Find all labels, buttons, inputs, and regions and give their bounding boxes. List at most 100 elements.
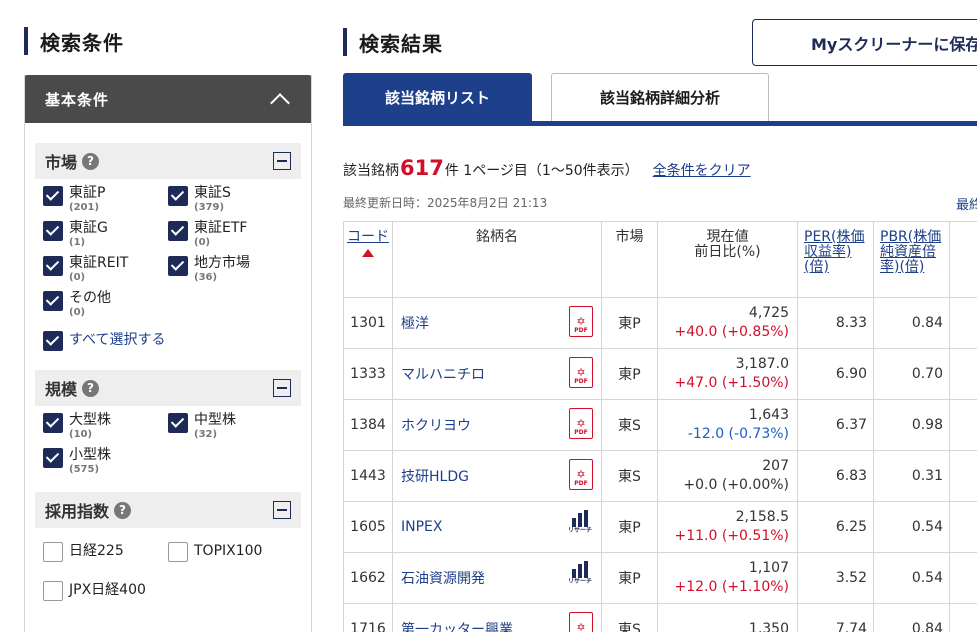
market-option-regional[interactable]: 地方市場 (36) (168, 255, 293, 286)
table-row[interactable]: 1662 石油資源開発 リサーチ 東P 1,107 +12.0 (+1.10%) 3.52 0… (343, 552, 977, 604)
cell-price: 207 +0.0 (+0.00%) (657, 450, 798, 502)
scale-option-mid[interactable]: 中型株 (32) (168, 412, 293, 443)
cell-per: 7.74 (797, 603, 874, 632)
market-option-tse-prime[interactable]: 東証P (201) (43, 185, 168, 216)
help-icon[interactable]: ? (82, 379, 100, 397)
checkbox-checked[interactable] (43, 256, 63, 276)
cell-code: 1605 (343, 501, 393, 553)
cell-name: 技研HLDG ✡ PDF (392, 450, 602, 502)
stock-name-link[interactable]: 石油資源開発 (401, 571, 485, 587)
index-group-header: 採用指数? (35, 492, 301, 528)
column-header-pbr[interactable]: PBR(株価純資産倍率)(倍) (873, 221, 950, 298)
cell-market: 東S (601, 450, 658, 502)
stock-name-link[interactable]: INPEX (401, 519, 442, 535)
index-option-jpx400[interactable]: JPX日経400 (43, 573, 168, 608)
table-row[interactable]: 1605 INPEX リサーチ 東P 2,158.5 +11.0 (+0.51%) 6.25… (343, 501, 977, 553)
market-option-other[interactable]: その他 (0) (43, 290, 168, 321)
market-options: 東証P (201) 東証S (379) 東証G (1) 東証ETF (0) 東証REIT… (35, 179, 301, 356)
search-results-heading: 検索結果 (343, 27, 443, 57)
sort-ascending-icon[interactable] (362, 249, 374, 257)
price-value: 4,725 (748, 305, 789, 321)
pdf-icon[interactable]: ✡PDF (569, 306, 593, 337)
checkbox-checked[interactable] (43, 448, 63, 468)
research-icon[interactable]: リサーチ (567, 510, 593, 538)
screener-page: 検索条件 基本条件 市場? 東証P (201) 東証S (379) 東証G (1) 東… (0, 0, 977, 632)
pdf-icon[interactable]: ✡PDF (569, 357, 593, 388)
scale-option-large[interactable]: 大型株 (10) (43, 412, 168, 443)
checkbox-checked[interactable] (43, 291, 63, 311)
stock-name-link[interactable]: 技研HLDG (401, 469, 469, 485)
search-conditions-heading: 検索条件 (24, 26, 124, 56)
market-option-tse-standard[interactable]: 東証S (379) (168, 185, 293, 216)
truncated-link[interactable]: 最終 (956, 194, 977, 213)
price-change: +40.0 (+0.85%) (674, 324, 789, 340)
help-icon[interactable]: ? (82, 152, 100, 170)
index-option-topix100[interactable]: TOPIX100 (168, 534, 293, 569)
checkbox-checked[interactable] (43, 413, 63, 433)
column-header-price: 現在値 前日比(%) (657, 221, 798, 298)
research-icon[interactable]: リサーチ (567, 561, 593, 589)
scale-group-title: 規模 (45, 380, 78, 399)
scale-options: 大型株 (10) 中型株 (32) 小型株 (575) (35, 406, 301, 478)
clear-all-conditions-link[interactable]: 全条件をクリア (653, 160, 751, 180)
cell-market: 東P (601, 552, 658, 604)
column-header-per[interactable]: PER(株価収益率)(倍) (797, 221, 874, 298)
cell-market: 東S (601, 603, 658, 632)
checkbox-checked[interactable] (43, 186, 63, 206)
checkbox-checked[interactable] (168, 221, 188, 241)
last-updated: 最終更新日時：2025年8月2日 21:13 (343, 196, 548, 210)
cell-per: 6.90 (797, 348, 874, 400)
cell-truncated (949, 297, 977, 349)
scale-group-header: 規模? (35, 370, 301, 406)
cell-pbr: 0.98 (873, 399, 950, 451)
market-option-tse-growth[interactable]: 東証G (1) (43, 220, 168, 251)
select-all-markets[interactable]: すべて選択する (43, 325, 293, 356)
pdf-icon[interactable]: ✡PDF (569, 612, 593, 632)
column-header-name: 銘柄名 (392, 221, 602, 298)
scale-option-small[interactable]: 小型株 (575) (43, 447, 168, 478)
collapse-icon[interactable] (273, 501, 291, 519)
chevron-up-icon[interactable] (270, 92, 290, 113)
collapse-icon[interactable] (273, 152, 291, 170)
search-results-column: 検索結果 Myスクリーナーに保存 該当銘柄リスト 該当銘柄詳細分析 該当銘柄 6… (343, 0, 977, 632)
help-icon[interactable]: ? (114, 501, 132, 519)
checkbox-checked[interactable] (43, 221, 63, 241)
checkbox-unchecked[interactable] (168, 541, 188, 562)
table-row[interactable]: 1301 極洋 ✡ PDF 東P 4,725 +40.0 (+0.85%) 8.33 0.84 (343, 297, 977, 349)
table-row[interactable]: 1716 第一カッター興業 ✡PDF 東S 1,350 7.740.84 (343, 603, 977, 632)
stock-name-link[interactable]: 第一カッター興業 (401, 622, 513, 632)
checkbox-unchecked[interactable] (43, 580, 63, 601)
basic-conditions-header[interactable]: 基本条件 (25, 75, 311, 123)
market-option-tse-reit[interactable]: 東証REIT (0) (43, 255, 168, 286)
index-option-nikkei225[interactable]: 日経225 (43, 534, 168, 569)
stock-name-link[interactable]: ホクリヨウ (401, 418, 471, 434)
cell-market: 東P (601, 348, 658, 400)
cell-pbr: 0.54 (873, 552, 950, 604)
table-row[interactable]: 1384 ホクリヨウ ✡ PDF 東S 1,643 -12.0 (-0.73%) 6.37 0.… (343, 399, 977, 451)
checkbox-checked[interactable] (168, 256, 188, 276)
save-to-my-screener-button[interactable]: Myスクリーナーに保存 (752, 19, 977, 66)
cell-market: 東S (601, 399, 658, 451)
cell-code: 1662 (343, 552, 393, 604)
column-header-code[interactable]: コード (343, 221, 393, 298)
stock-name-link[interactable]: マルハニチロ (401, 367, 485, 383)
cell-name: 第一カッター興業 ✡PDF (392, 603, 602, 632)
tab-matching-list[interactable]: 該当銘柄リスト (343, 73, 532, 121)
pdf-icon[interactable]: ✡PDF (569, 408, 593, 439)
cell-truncated (949, 603, 977, 632)
table-row[interactable]: 1333 マルハニチロ ✡ PDF 東P 3,187.0 +47.0 (+1.50%) 6.9… (343, 348, 977, 400)
price-change: +47.0 (+1.50%) (674, 375, 789, 391)
table-row[interactable]: 1443 技研HLDG ✡ PDF 東S 207 +0.0 (+0.00%) 6.83 0.31 (343, 450, 977, 502)
tab-detailed-analysis[interactable]: 該当銘柄詳細分析 (551, 73, 769, 121)
checkbox-unchecked[interactable] (43, 541, 63, 562)
basic-conditions-panel: 基本条件 市場? 東証P (201) 東証S (379) 東証G (1) 東証ETF(… (24, 75, 312, 632)
cell-pbr: 0.31 (873, 450, 950, 502)
cell-code: 1301 (343, 297, 393, 349)
checkbox-checked[interactable] (168, 186, 188, 206)
market-option-tse-etf[interactable]: 東証ETF (0) (168, 220, 293, 251)
stock-name-link[interactable]: 極洋 (401, 316, 429, 332)
pdf-icon[interactable]: ✡PDF (569, 459, 593, 490)
collapse-icon[interactable] (273, 379, 291, 397)
checkbox-checked[interactable] (43, 331, 63, 351)
checkbox-checked[interactable] (168, 413, 188, 433)
